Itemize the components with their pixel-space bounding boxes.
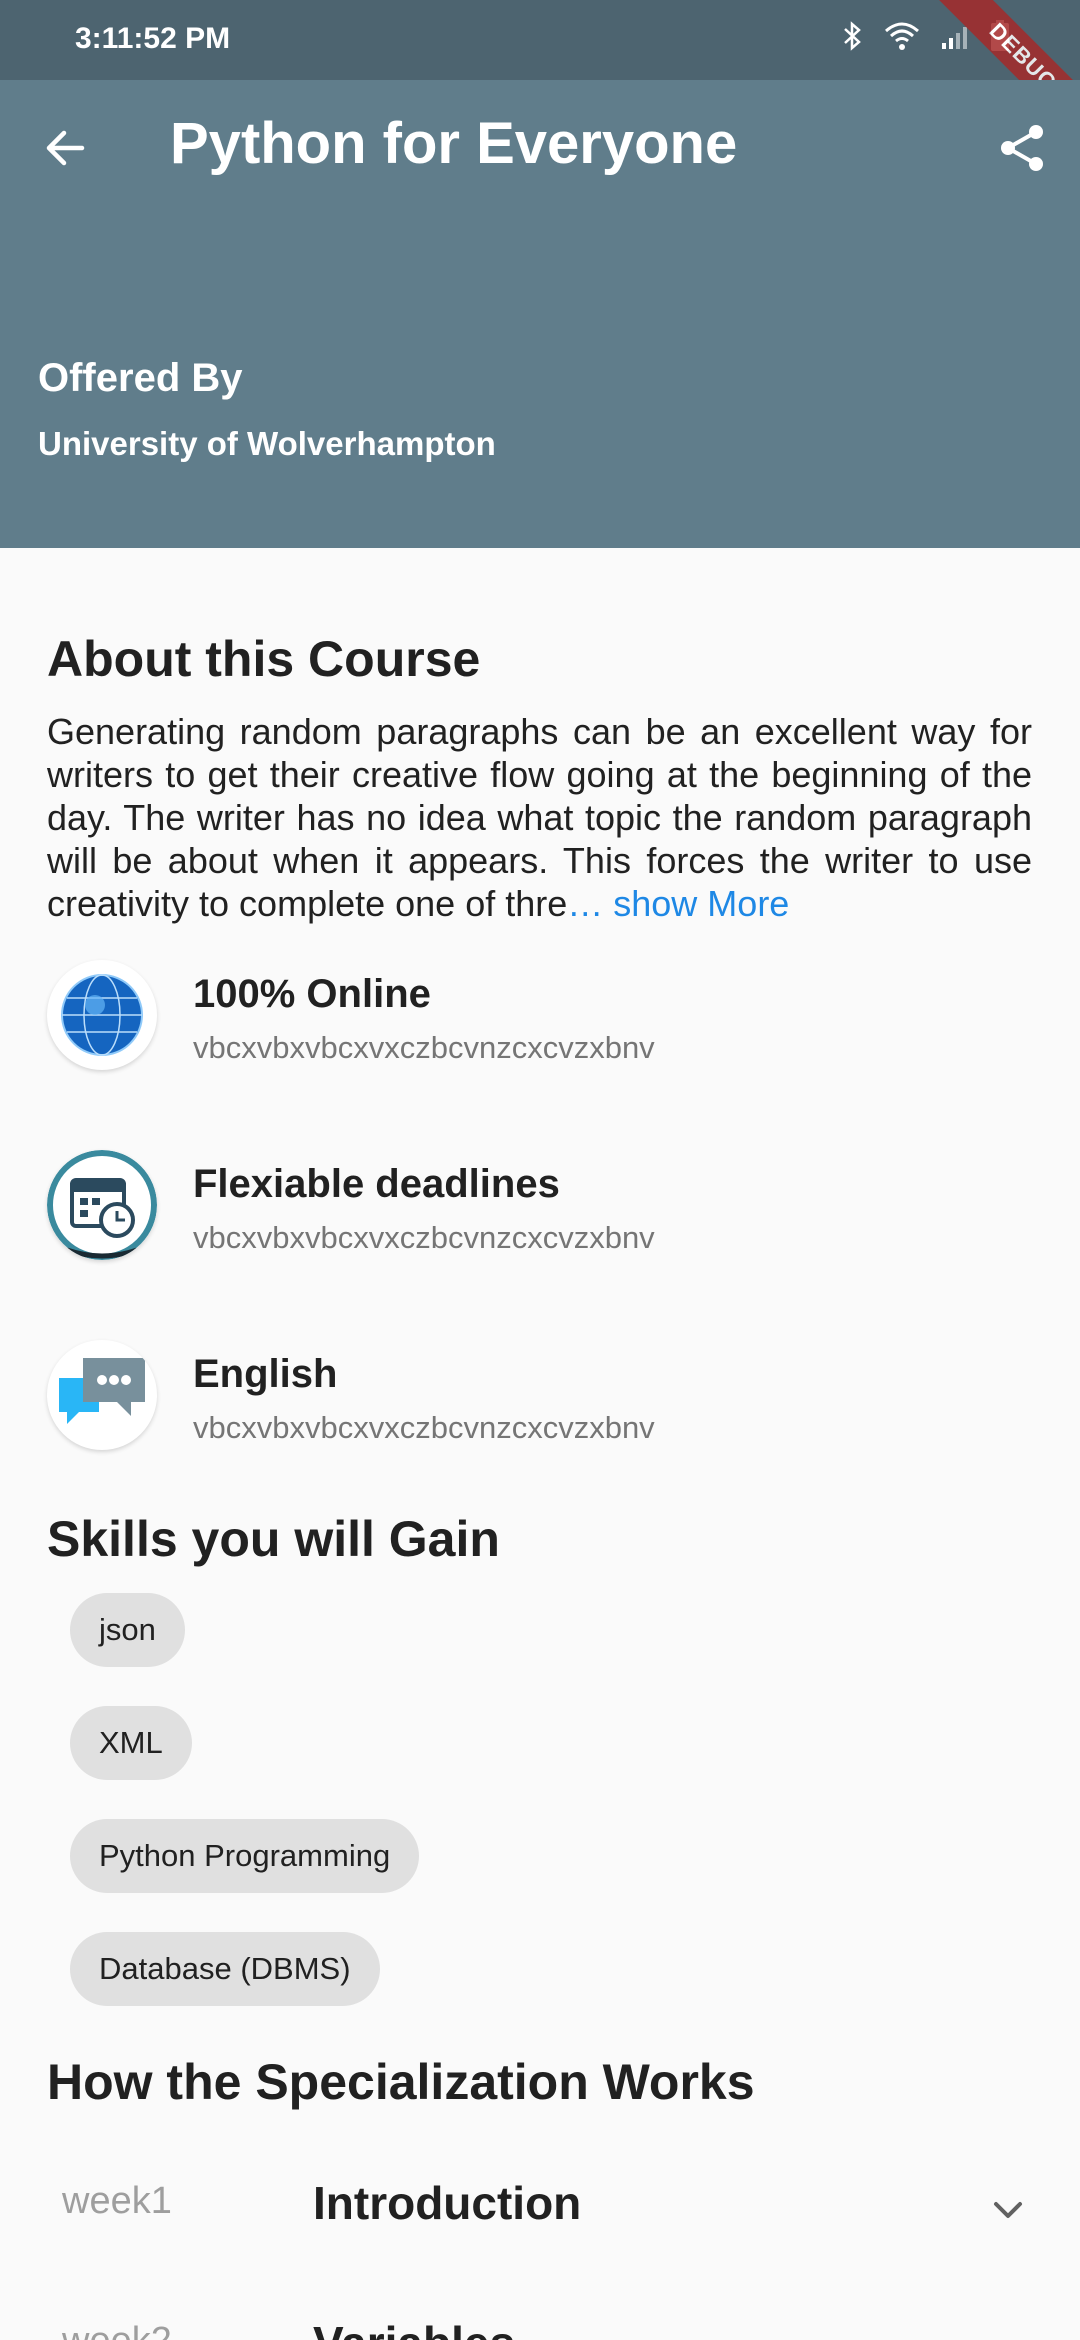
wifi-icon [884, 21, 920, 51]
feature-title: English [193, 1352, 338, 1396]
bluetooth-icon [842, 21, 864, 51]
feature-online: 100% Online vbcxvbxvbcxvxczbcvnzcxcvzxbn… [0, 930, 1080, 1115]
offered-by-label: Offered By [38, 356, 243, 400]
feature-deadlines: Flexiable deadlines vbcxvbxvbcxvxczbcvnz… [0, 1120, 1080, 1305]
feature-subtitle: vbcxvbxvbcxvxczbcvnzcxcvzxbnv [193, 1030, 655, 1065]
page-title: Python for Everyone [170, 111, 738, 176]
chevron-down-icon[interactable] [986, 2188, 1030, 2232]
offered-by-org: University of Wolverhampton [38, 425, 496, 462]
feature-subtitle: vbcxvbxvbcxvxczbcvnzcxcvzxbnv [193, 1220, 655, 1255]
back-arrow-icon[interactable] [40, 122, 92, 174]
week-row[interactable]: week2 Variables [0, 2290, 1080, 2340]
about-text: Generating random paragraphs can be an e… [47, 710, 1032, 925]
feature-title: 100% Online [193, 972, 431, 1016]
skill-chip[interactable]: Database (DBMS) [70, 1932, 380, 2006]
week-label: week1 [62, 2180, 172, 2222]
chat-bubbles-icon [47, 1340, 157, 1450]
week-row[interactable]: week1 Introduction [0, 2150, 1080, 2280]
about-title: About this Course [47, 631, 481, 687]
about-body: Generating random paragraphs can be an e… [47, 711, 1032, 924]
chevron-down-icon[interactable] [986, 2328, 1030, 2340]
skill-chip[interactable]: Python Programming [70, 1819, 420, 1893]
calendar-clock-icon [47, 1150, 157, 1260]
status-time: 3:11:52 PM [75, 22, 231, 55]
skill-chip[interactable]: XML [70, 1706, 192, 1780]
globe-icon [47, 960, 157, 1070]
course-header: Python for Everyone Offered By Universit… [0, 80, 1080, 548]
feature-title: Flexiable deadlines [193, 1162, 560, 1206]
feature-subtitle: vbcxvbxvbcxvxczbcvnzcxcvzxbnv [193, 1410, 655, 1445]
week-topic: Variables [313, 2316, 515, 2340]
status-bar: 3:11:52 PM [0, 0, 1080, 80]
week-label: week2 [62, 2320, 172, 2340]
show-more-link[interactable]: … show More [567, 883, 789, 924]
skill-chip[interactable]: json [70, 1593, 185, 1667]
feature-language: English vbcxvbxvbcxvxczbcvnzcxcvzxbnv [0, 1310, 1080, 1495]
skills-title: Skills you will Gain [47, 1511, 500, 1567]
week-topic: Introduction [313, 2177, 582, 2229]
specialization-title: How the Specialization Works [47, 2054, 755, 2110]
share-icon[interactable] [994, 120, 1050, 176]
